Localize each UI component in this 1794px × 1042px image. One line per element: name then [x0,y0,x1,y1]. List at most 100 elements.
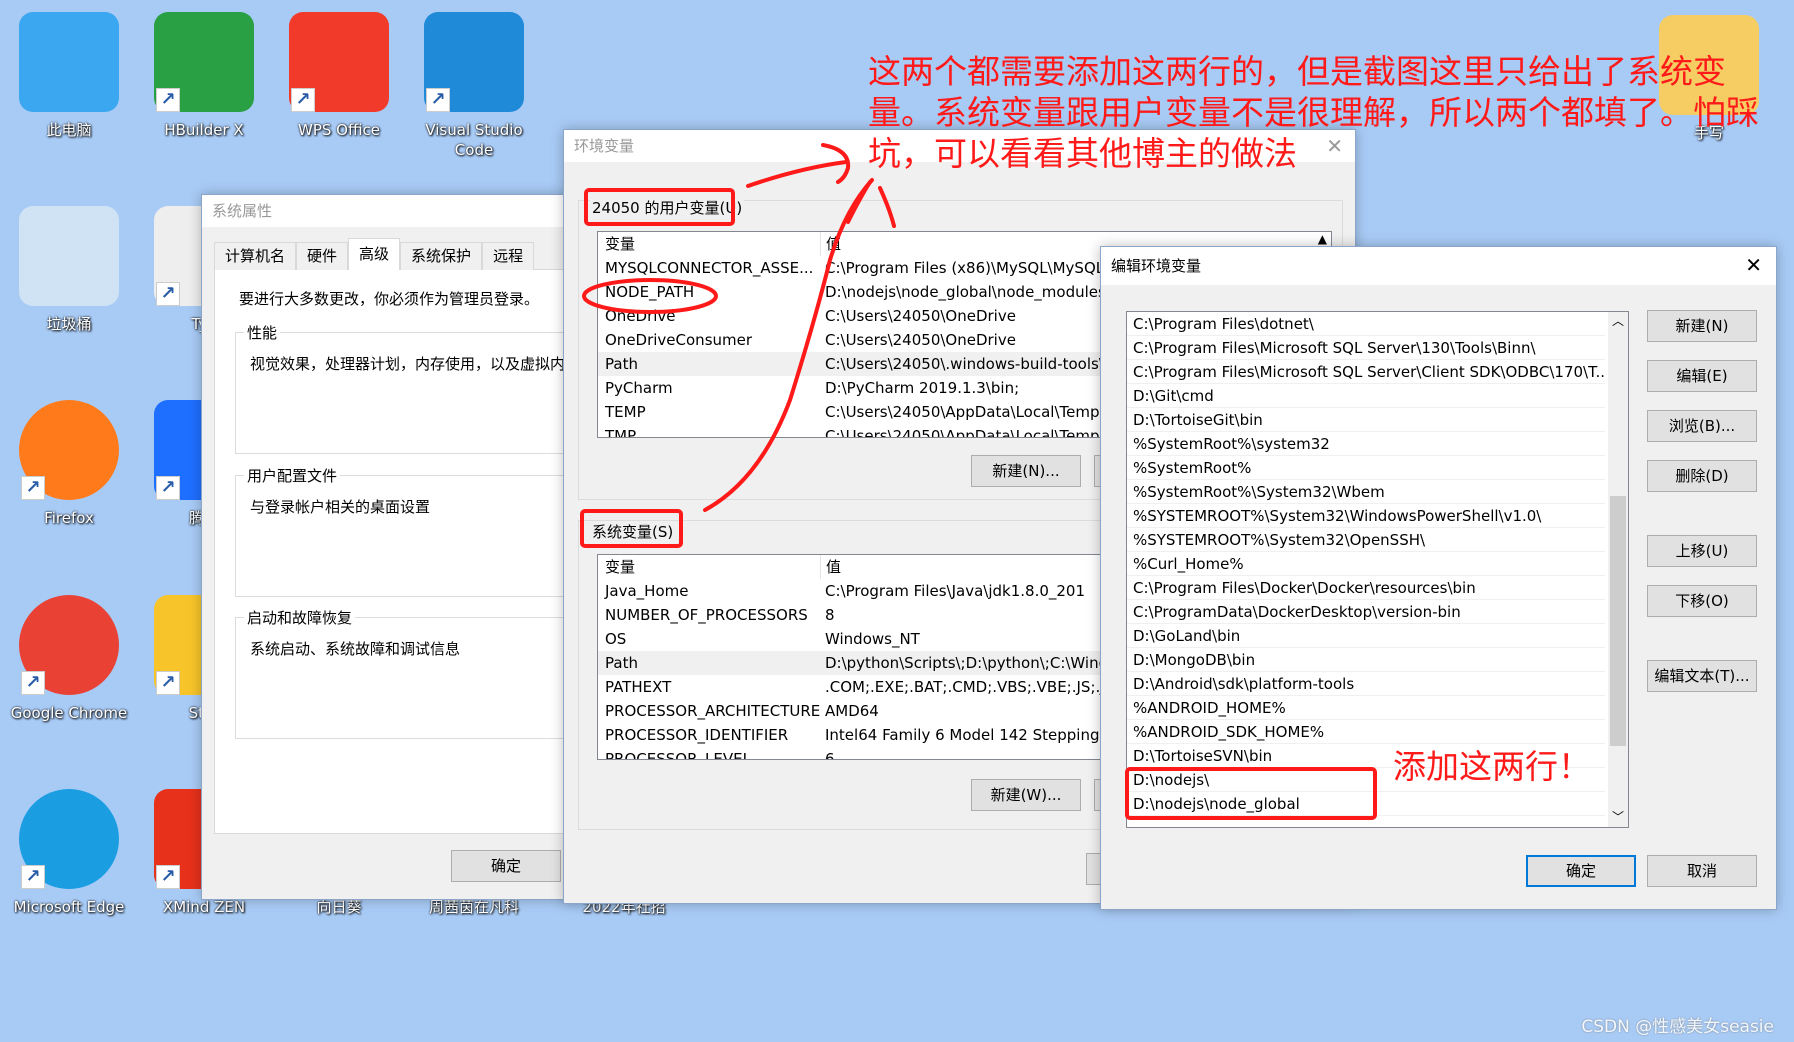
var-value: C:\Users\24050\AppData\Local\Temp [825,427,1100,438]
desktop-icon-label: 垃圾桶 [46,315,92,333]
close-icon[interactable]: ✕ [1745,253,1762,277]
list-item[interactable]: C:\Program Files\Microsoft SQL Server\Cl… [1127,360,1605,384]
list-item[interactable]: C:\Program Files\Microsoft SQL Server\13… [1127,336,1605,360]
desktop-icon-label: Firefox [44,509,94,527]
ok-button[interactable]: 确定 [1526,855,1636,887]
scroll-thumb[interactable] [1610,496,1626,746]
shortcut-arrow-icon: ↗ [21,865,45,889]
list-item[interactable]: %SystemRoot% [1127,456,1605,480]
var-name: OneDriveConsumer [605,331,753,349]
edit-environment-variable-window: 编辑环境变量 ✕ C:\Program Files\dotnet\ C:\Prog… [1100,246,1777,910]
tab[interactable]: 远程 [482,242,535,270]
list-item[interactable]: %Curl_Home% [1127,552,1605,576]
list-item[interactable]: D:\TortoiseGit\bin [1127,408,1605,432]
cancel-button[interactable]: 取消 [1647,855,1757,887]
var-name: TMP [605,427,637,438]
scroll-up-icon[interactable]: ▲ [1318,232,1327,246]
user-vars-label: 24050 的用户变量(U) [590,197,745,218]
col-val: 值 [820,232,841,256]
group-label: 用户配置文件 [244,465,341,486]
list-item[interactable]: D:\nodejs\node_global [1127,792,1605,816]
desktop-icon[interactable]: 垃圾桶 [5,206,133,334]
list-item[interactable]: %SYSTEMROOT%\System32\OpenSSH\ [1127,528,1605,552]
var-value: .COM;.EXE;.BAT;.CMD;.VBS;.VBE;.JS;.JSE [825,678,1124,696]
move-up-button[interactable]: 上移(U) [1647,535,1757,567]
var-value: C:\Users\24050\AppData\Local\Temp [825,403,1100,421]
var-name: Path [605,654,638,672]
var-name: Java_Home [605,582,689,600]
vscode-icon: ↗ [424,12,524,112]
user-new-button[interactable]: 新建(N)... [971,455,1081,487]
note-line: 量。系统变量跟用户变量不是很理解，所以两个都填了。怕踩 [868,93,1759,132]
list-item[interactable]: C:\ProgramData\DockerDesktop\version-bin [1127,600,1605,624]
desktop-icon-label: Microsoft Edge [13,898,125,916]
delete-button[interactable]: 删除(D) [1647,460,1757,492]
list-item[interactable]: %SYSTEMROOT%\System32\WindowsPowerShell\… [1127,504,1605,528]
edit-button[interactable]: 编辑(E) [1647,360,1757,392]
list-item[interactable]: D:\GoLand\bin [1127,624,1605,648]
list-item[interactable]: D:\Android\sdk\platform-tools [1127,672,1605,696]
desktop-icon-label: Visual Studio Code [425,121,523,159]
desktop-icon[interactable]: ↗ Microsoft Edge [5,789,133,917]
scroll-down-icon[interactable]: ﹀ [1608,808,1628,825]
desktop-icon-label: Google Chrome [10,704,128,722]
ok-button[interactable]: 确定 [451,850,561,882]
desktop-icon[interactable]: ↗ Firefox [5,400,133,528]
desktop-icon[interactable]: ↗ WPS Office [275,12,403,140]
tab[interactable]: 高级 [348,238,401,270]
col-var: 变量 [605,235,636,253]
computer-icon [19,12,119,112]
group-desc: 视觉效果，处理器计划，内存使用，以及虚拟内存 [250,355,581,373]
list-item[interactable]: %ANDROID_SDK_HOME% [1127,720,1605,744]
var-value: 8 [825,606,835,624]
tab[interactable]: 计算机名 [214,242,297,270]
list-item[interactable]: C:\Program Files\dotnet\ [1127,312,1605,336]
desktop-icon[interactable]: ↗ Google Chrome [5,595,133,723]
var-name: NUMBER_OF_PROCESSORS [605,606,808,624]
browse-button[interactable]: 浏览(B)... [1647,410,1757,442]
desktop-icon-label: WPS Office [298,121,380,139]
var-value: C:\Users\24050\OneDrive [825,331,1016,349]
list-item[interactable]: D:\MongoDB\bin [1127,648,1605,672]
var-value: Windows_NT [825,630,920,648]
var-name: PROCESSOR_IDENTIFIER [605,726,789,744]
move-down-button[interactable]: 下移(O) [1647,585,1757,617]
var-value: D:\nodejs\node_global\node_modules [825,283,1106,301]
shortcut-arrow-icon: ↗ [426,88,450,112]
shortcut-arrow-icon: ↗ [156,865,180,889]
scroll-up-icon[interactable]: ︿ [1608,312,1628,332]
new-button[interactable]: 新建(N) [1647,310,1757,342]
edit-text-button[interactable]: 编辑文本(T)... [1647,660,1757,692]
list-item[interactable]: %ANDROID_HOME% [1127,696,1605,720]
var-value: D:\python\Scripts\;D:\python\;C:\Wind [825,654,1109,672]
system-new-button[interactable]: 新建(W)... [971,779,1081,811]
group-desc: 系统启动、系统故障和调试信息 [250,640,461,658]
list-item[interactable]: C:\Program Files\Docker\Docker\resources… [1127,576,1605,600]
shortcut-arrow-icon: ↗ [21,671,45,695]
var-value: C:\Program Files (x86)\MySQL\MySQL [825,259,1105,277]
note-line: 坑，可以看看其他博主的做法 [868,134,1297,173]
shortcut-arrow-icon: ↗ [156,476,180,500]
desktop-icon-label: 向日葵 [316,898,362,916]
edge-icon: ↗ [19,789,119,889]
desktop-icon-label: HBuilder X [164,121,244,139]
shortcut-arrow-icon: ↗ [156,88,180,112]
desktop-icon[interactable]: ↗ HBuilder X [140,12,268,140]
shortcut-arrow-icon: ↗ [156,282,180,306]
list-item[interactable]: D:\Git\cmd [1127,384,1605,408]
tab[interactable]: 系统保护 [400,242,483,270]
scrollbar[interactable]: ︿ ﹀ [1608,312,1628,827]
desktop-icon[interactable]: ↗ Visual Studio Code [410,12,538,160]
var-value: C:\Users\24050\.windows-build-tools\ [825,355,1104,373]
list-item[interactable]: %SystemRoot%\System32\Wbem [1127,480,1605,504]
var-value: Intel64 Family 6 Model 142 Stepping 1 [825,726,1114,744]
desktop-icon[interactable]: 此电脑 [5,12,133,140]
var-name: PyCharm [605,379,673,397]
tab[interactable]: 硬件 [296,242,349,270]
firefox-icon: ↗ [19,400,119,500]
var-value: C:\Program Files\Java\jdk1.8.0_201 [825,582,1086,600]
var-name: NODE_PATH [605,283,695,301]
var-value: AMD64 [825,702,879,720]
shortcut-arrow-icon: ↗ [156,671,180,695]
list-item[interactable]: %SystemRoot%\system32 [1127,432,1605,456]
